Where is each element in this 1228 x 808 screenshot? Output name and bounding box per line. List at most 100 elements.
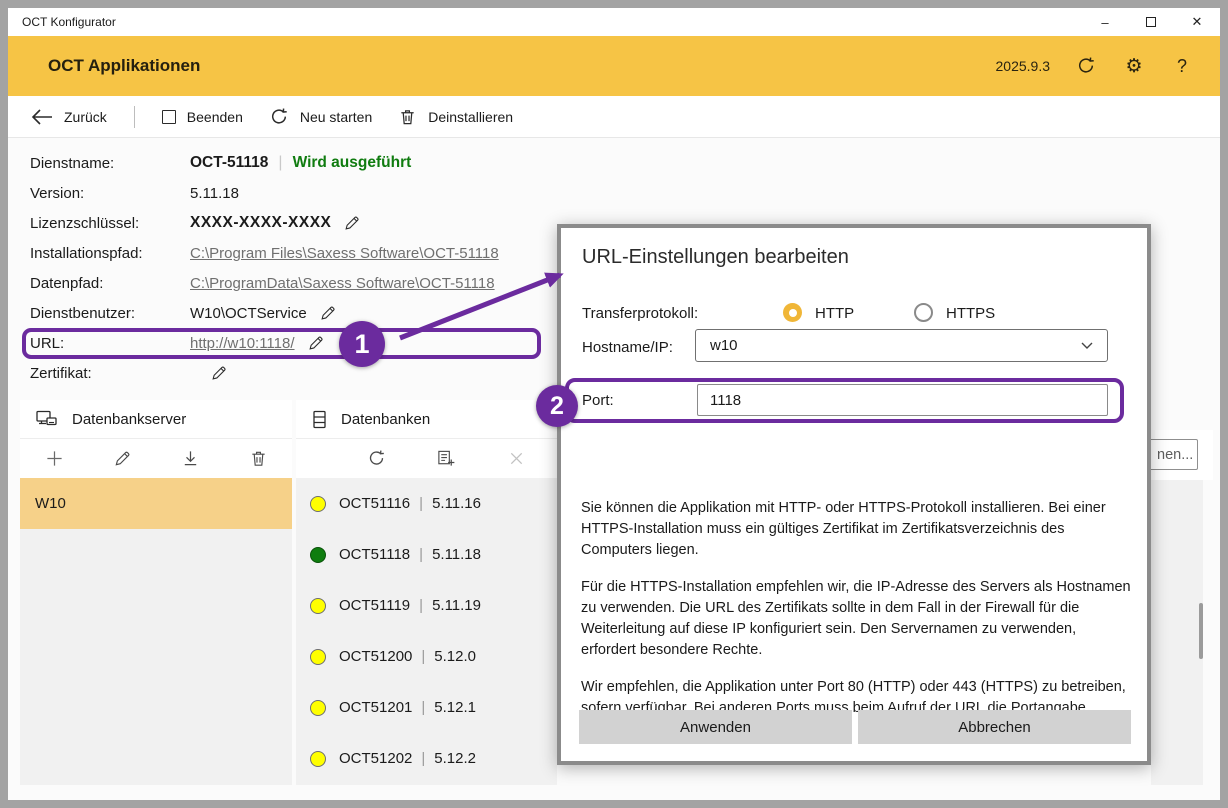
name-version-separator: | [421, 699, 425, 716]
pencil-icon [210, 364, 228, 382]
restart-icon [269, 107, 289, 127]
status-divider: | [278, 154, 282, 172]
zertifikat-label: Zertifikat: [30, 365, 190, 382]
remove-database-button-disabled [481, 439, 551, 478]
server-list-item-selected[interactable]: W10 [20, 478, 292, 529]
dienstname-label: Dienstname: [30, 155, 190, 172]
delete-server-button[interactable] [224, 439, 292, 478]
database-name: OCT51119 [339, 597, 410, 614]
edit-license-button[interactable] [343, 214, 361, 232]
databases-header: Datenbanken [296, 400, 557, 438]
edit-url-button[interactable] [307, 334, 325, 352]
close-button[interactable]: ✕ [1174, 8, 1220, 36]
cancel-button[interactable]: Abbrechen [858, 710, 1131, 744]
uninstall-button[interactable]: Deinstallieren [398, 107, 513, 127]
protocol-label: Transferprotokoll: [582, 305, 698, 322]
database-list-item[interactable]: OCT51118 | 5.11.18 [296, 529, 557, 580]
status-dot-green [310, 547, 326, 563]
stop-service-button[interactable]: Beenden [162, 109, 243, 125]
database-list-item[interactable]: OCT51200 | 5.12.0 [296, 631, 557, 682]
chevron-down-icon [1081, 342, 1093, 350]
download-icon [181, 449, 200, 468]
row-lizenz: Lizenzschlüssel: XXXX-XXXX-XXXX [30, 213, 361, 233]
datenpfad-label: Datenpfad: [30, 275, 190, 292]
help-icon: ? [1177, 57, 1187, 75]
edit-server-button[interactable] [88, 439, 156, 478]
database-list-item[interactable]: OCT51119 | 5.11.19 [296, 580, 557, 631]
databases-title: Datenbanken [341, 411, 430, 428]
edit-certificate-button[interactable] [210, 364, 228, 382]
hidden-panel-list-fragment [1151, 480, 1203, 785]
database-name: OCT51200 [339, 648, 412, 665]
apply-label: Anwenden [680, 719, 751, 736]
databases-panel: Datenbanken OCT51116 | 5.11.16 OCT51118 … [296, 400, 557, 785]
stop-label: Beenden [187, 109, 243, 125]
database-list-item[interactable]: OCT51116 | 5.11.16 [296, 478, 557, 529]
database-servers-panel: Datenbankserver W10 [20, 400, 292, 785]
http-radio[interactable] [783, 303, 802, 322]
service-user-value: W10\OCTService [190, 305, 307, 322]
port-input[interactable] [697, 384, 1108, 416]
row-version: Version: 5.11.18 [30, 183, 239, 203]
maximize-icon [1146, 17, 1156, 27]
dialog-title: URL-Einstellungen bearbeiten [582, 246, 849, 269]
service-status: Wird ausgeführt [293, 154, 412, 172]
lizenz-label: Lizenzschlüssel: [30, 215, 190, 232]
https-radio[interactable] [914, 303, 933, 322]
back-button[interactable]: Zurück [31, 109, 107, 125]
https-radio-label: HTTPS [946, 305, 995, 322]
database-list-item[interactable]: OCT51201 | 5.12.1 [296, 682, 557, 733]
x-icon [508, 450, 525, 467]
url-settings-dialog: URL-Einstellungen bearbeiten Transferpro… [557, 224, 1151, 765]
restart-service-button[interactable]: Neu starten [269, 107, 372, 127]
edit-service-user-button[interactable] [319, 304, 337, 322]
hostname-combobox[interactable]: w10 [695, 329, 1108, 362]
script-add-icon [436, 449, 456, 468]
minimize-button[interactable]: – [1082, 8, 1128, 36]
server-name: W10 [35, 495, 66, 512]
window-controls: – ✕ [1082, 8, 1220, 36]
vertical-scrollbar-thumb[interactable] [1199, 603, 1203, 659]
database-servers-title: Datenbankserver [72, 411, 186, 428]
url-label: URL: [30, 335, 190, 352]
database-name: OCT51201 [339, 699, 412, 716]
refresh-button[interactable] [1074, 54, 1098, 78]
uninstall-label: Deinstallieren [428, 109, 513, 125]
settings-button[interactable]: ⚙ [1122, 54, 1146, 78]
database-version: 5.12.1 [434, 699, 476, 716]
database-version: 5.12.0 [434, 648, 476, 665]
title-bar: OCT Konfigurator – ✕ [8, 8, 1220, 36]
status-dot-yellow [310, 649, 326, 665]
database-version: 5.11.18 [432, 546, 481, 563]
name-version-separator: | [421, 750, 425, 767]
add-database-button[interactable] [411, 439, 481, 478]
database-version: 5.11.19 [432, 597, 481, 614]
database-list-item[interactable]: OCT51202 | 5.12.2 [296, 733, 557, 784]
service-name-value: OCT-51118 [190, 154, 268, 172]
name-version-separator: | [419, 495, 423, 512]
app-window: OCT Konfigurator – ✕ OCT Applikationen 2… [8, 8, 1220, 800]
lizenz-value: XXXX-XXXX-XXXX [190, 214, 331, 232]
app-version: 2025.9.3 [996, 58, 1051, 74]
cancel-label: Abbrechen [958, 719, 1031, 736]
row-dienstbenutzer: Dienstbenutzer: W10\OCTService [30, 303, 337, 323]
maximize-button[interactable] [1128, 8, 1174, 36]
import-server-button[interactable] [156, 439, 224, 478]
minimize-icon: – [1101, 15, 1108, 30]
database-version: 5.12.2 [434, 750, 476, 767]
help-button[interactable]: ? [1170, 54, 1194, 78]
refresh-icon [367, 449, 386, 468]
restart-label: Neu starten [300, 109, 372, 125]
service-url-link[interactable]: http://w10:1118/ [190, 335, 295, 352]
add-server-button[interactable] [20, 439, 88, 478]
row-zertifikat: Zertifikat: [30, 363, 228, 383]
name-version-separator: | [421, 648, 425, 665]
server-list: W10 [20, 478, 292, 785]
refresh-databases-button[interactable] [341, 439, 411, 478]
install-path-link[interactable]: C:\Program Files\Saxess Software\OCT-511… [190, 245, 499, 262]
name-version-separator: | [419, 597, 423, 614]
name-version-separator: | [419, 546, 423, 563]
apply-button[interactable]: Anwenden [579, 710, 852, 744]
data-path-link[interactable]: C:\ProgramData\Saxess Software\OCT-51118 [190, 275, 495, 292]
database-version: 5.11.16 [432, 495, 481, 512]
